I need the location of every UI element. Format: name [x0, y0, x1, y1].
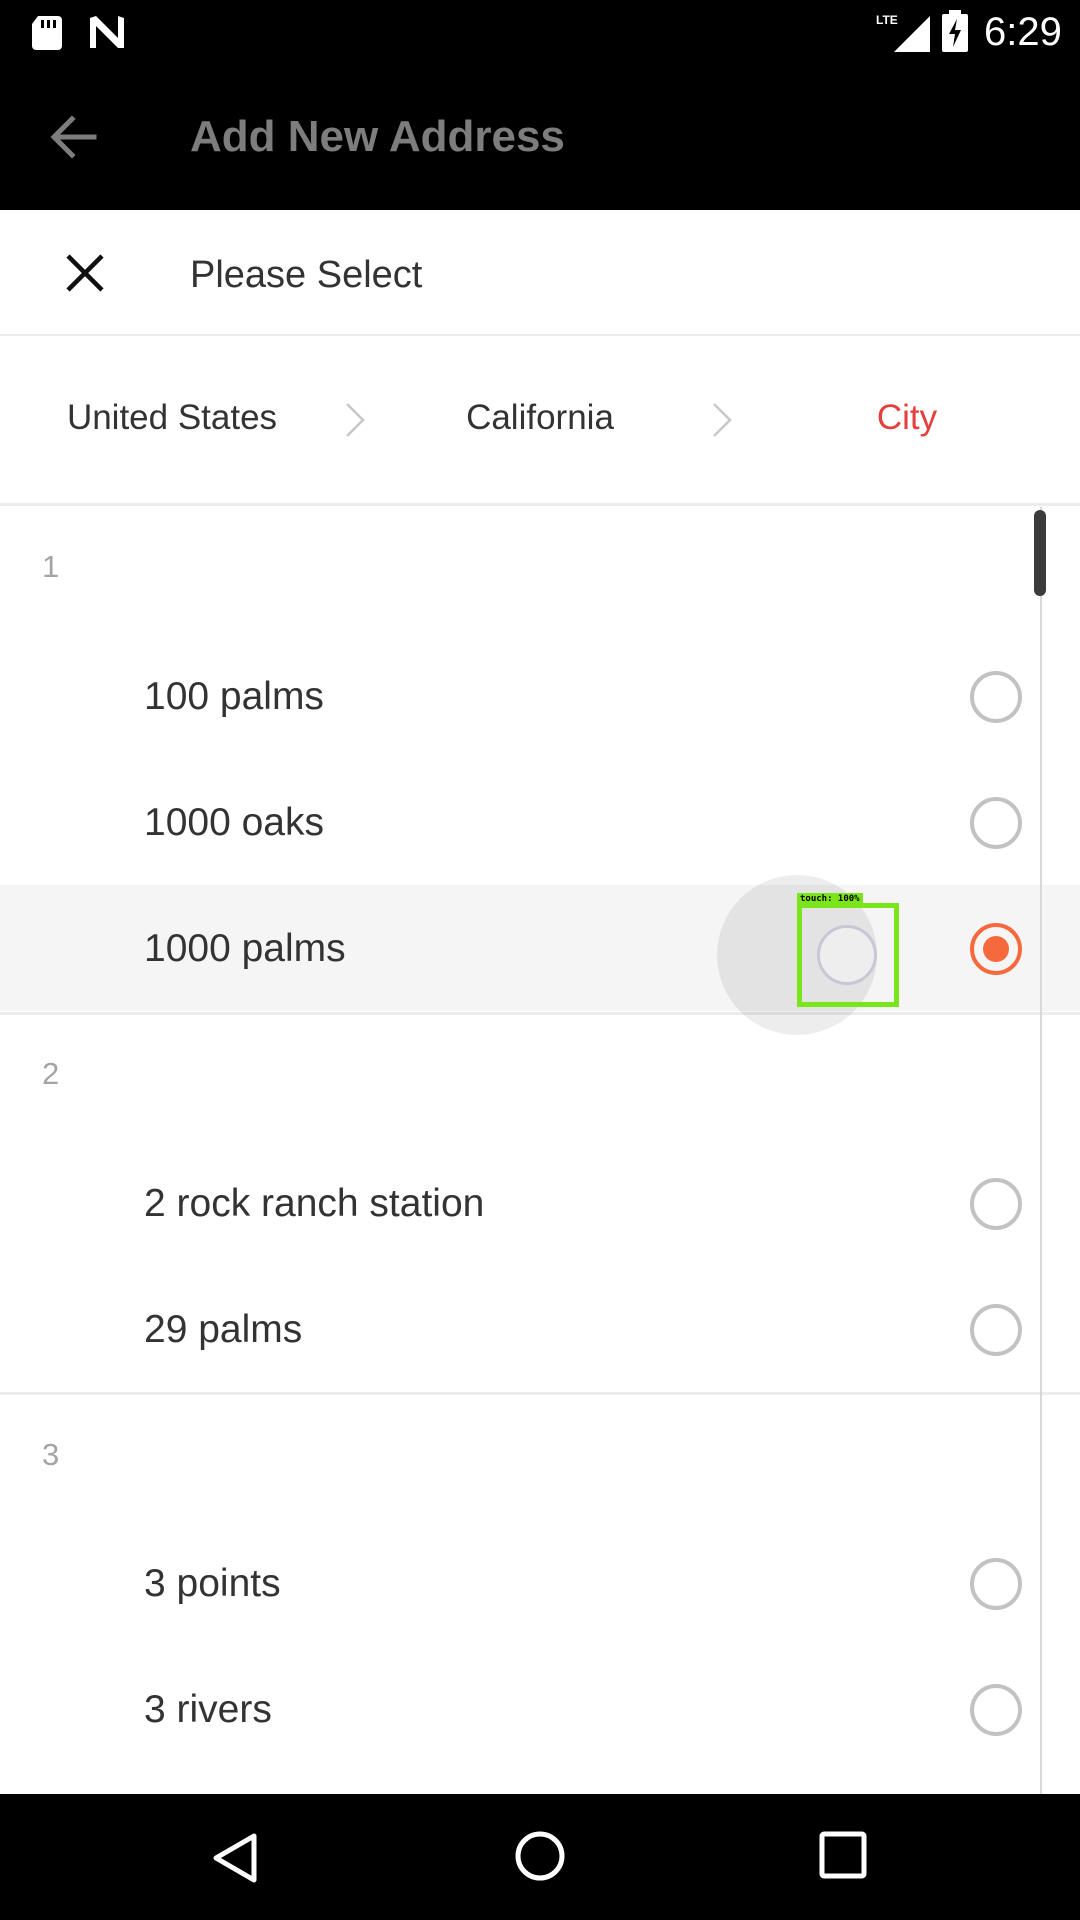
system-nav-bar [0, 1794, 1080, 1920]
radio-button[interactable] [970, 797, 1022, 849]
n-notification-icon [90, 16, 124, 48]
sheet-title: Please Select [190, 254, 423, 296]
radio-button[interactable] [970, 1304, 1022, 1356]
touch-label: touch: 100% [797, 893, 863, 905]
nav-home-icon[interactable] [514, 1830, 566, 1882]
sd-card-icon [32, 16, 62, 50]
radio-button[interactable] [970, 1684, 1022, 1736]
sheet-header: Please Select [0, 210, 1080, 336]
radio-button[interactable] [970, 1558, 1022, 1610]
list-item[interactable]: 3 points [0, 1520, 1080, 1646]
list-item[interactable]: 3 rivers [0, 1646, 1080, 1772]
scrollbar-track[interactable] [1040, 507, 1042, 1794]
list-item[interactable]: 2 rock ranch station [0, 1140, 1080, 1266]
list-item-label: 1000 palms [144, 927, 346, 970]
arrow-back-icon[interactable] [48, 113, 98, 161]
breadcrumb-state[interactable]: California [390, 396, 690, 440]
list-item-label: 3 rivers [144, 1688, 272, 1731]
status-bar: LTE 6:29 [0, 0, 1080, 63]
list-item-label: 2 rock ranch station [144, 1182, 485, 1225]
battery-charging-icon [942, 10, 968, 52]
scrollbar-thumb[interactable] [1034, 510, 1046, 596]
region-selector-sheet: Please Select United States California C… [0, 210, 1080, 1794]
network-type-label: LTE [876, 13, 898, 27]
chevron-right-icon [713, 403, 732, 437]
list-item[interactable]: 1000 oaks [0, 759, 1080, 885]
nav-recents-icon[interactable] [818, 1830, 868, 1880]
group-header: 3 [42, 1437, 60, 1472]
chevron-right-icon [346, 403, 365, 437]
status-time: 6:29 [984, 10, 1062, 54]
breadcrumb-city[interactable]: City [757, 396, 1057, 440]
list-item-label: 3 points [144, 1562, 281, 1605]
radio-button-selected[interactable] [970, 923, 1022, 975]
signal-icon: LTE [876, 13, 930, 52]
nav-back-icon[interactable] [210, 1830, 260, 1886]
list-item[interactable]: 29 palms [0, 1266, 1080, 1392]
touch-highlight-box [797, 903, 899, 1007]
group-header: 2 [42, 1056, 60, 1091]
breadcrumb-country[interactable]: United States [22, 396, 322, 440]
list-item-label: 1000 oaks [144, 801, 324, 844]
group-header: 1 [42, 549, 60, 584]
close-icon[interactable] [60, 248, 110, 298]
radio-button[interactable] [970, 1178, 1022, 1230]
radio-button[interactable] [970, 671, 1022, 723]
list-item-label: 100 palms [144, 675, 324, 718]
list-item-selected[interactable]: 1000 palms [0, 885, 1080, 1011]
list-item[interactable]: 100 palms [0, 633, 1080, 759]
app-bar: Add New Address [0, 63, 1080, 210]
page-title: Add New Address [190, 112, 565, 161]
list-item-label: 29 palms [144, 1308, 303, 1351]
breadcrumb: United States California City [0, 336, 1080, 506]
